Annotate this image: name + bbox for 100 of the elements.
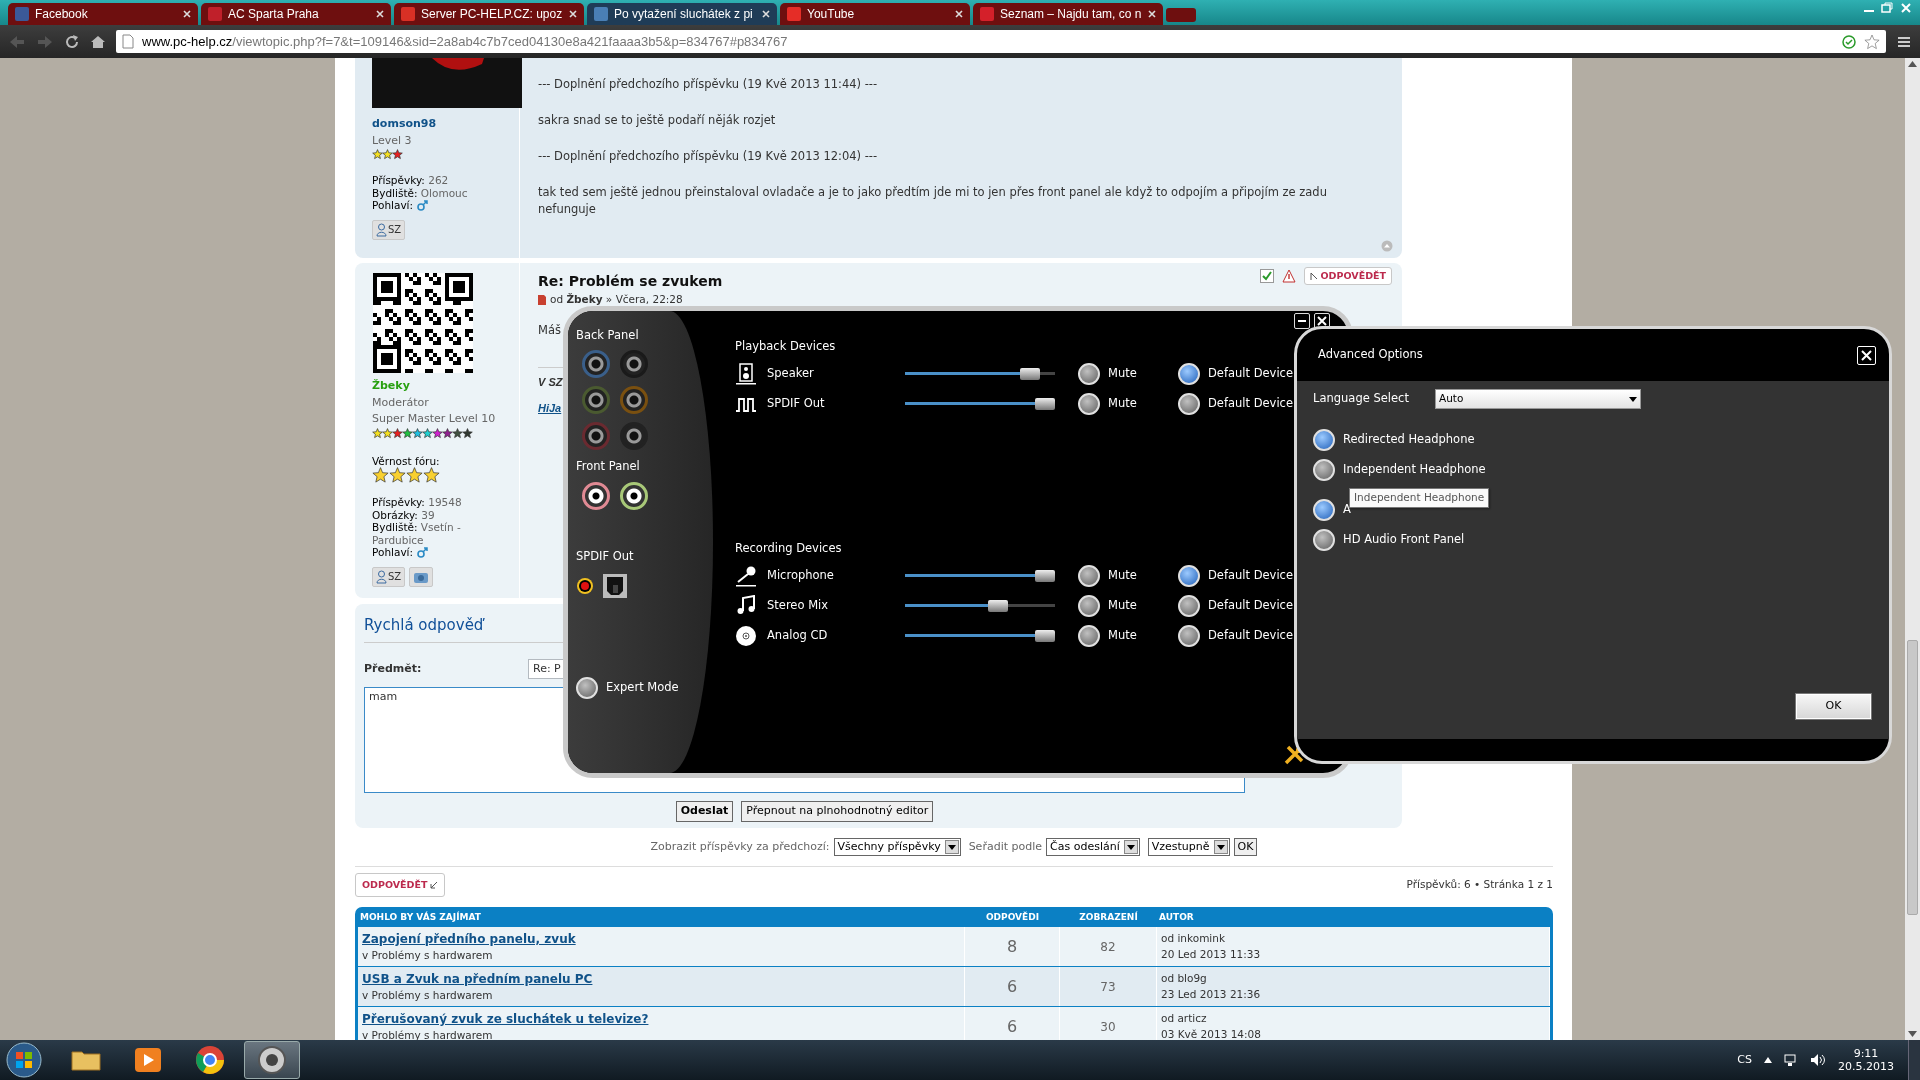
browser-tab[interactable]: AC Sparta Praha	[201, 3, 391, 25]
mute-option[interactable]: Mute	[1078, 595, 1137, 617]
go-button[interactable]: OK	[1233, 837, 1258, 857]
browser-tab[interactable]: Po vytažení sluchátek z pi	[587, 3, 777, 25]
volume-icon[interactable]	[1810, 1053, 1826, 1067]
reply-count: 8	[1006, 935, 1018, 958]
close-icon[interactable]	[955, 10, 963, 18]
sort-select[interactable]: Čas odeslání	[1046, 838, 1140, 856]
gallery-button[interactable]	[409, 566, 434, 587]
browser-tab[interactable]: Facebook	[8, 3, 198, 25]
warning-icon[interactable]	[1281, 269, 1296, 284]
close-icon	[1317, 316, 1327, 326]
audio-jack[interactable]	[582, 386, 610, 415]
browser-tab[interactable]: Seznam – Najdu tam, co n	[973, 3, 1163, 25]
star-icon[interactable]	[1864, 33, 1880, 50]
taskbar-button[interactable]	[244, 1041, 300, 1079]
clock-time[interactable]: 9:11	[1838, 1047, 1894, 1060]
column-header: ODPOVĚDI	[985, 911, 1040, 922]
audio-jack[interactable]	[620, 422, 648, 451]
field-label: Language Select	[1313, 390, 1410, 408]
default-device-option[interactable]: Default Device	[1178, 595, 1293, 617]
profile-stat: Bydliště: Olomouc	[372, 186, 468, 199]
user-rank: Super Master Level 10	[372, 411, 497, 427]
minimize-button[interactable]	[1294, 313, 1310, 329]
mute-option[interactable]: Mute	[1078, 363, 1137, 385]
default-device-option[interactable]: Default Device	[1178, 363, 1293, 385]
scrollbar-thumb[interactable]	[1907, 640, 1918, 915]
speaker-icon	[256, 1044, 288, 1076]
audio-jack[interactable]	[582, 481, 610, 510]
slider-thumb[interactable]	[988, 600, 1008, 612]
audio-jack[interactable]	[620, 350, 648, 379]
caret-icon	[947, 844, 956, 850]
private-message-button[interactable]: SZ	[372, 566, 406, 587]
ok-button[interactable]: OK	[1796, 694, 1871, 719]
post-title[interactable]: Re: Problém se zvukem	[538, 271, 723, 292]
check-icon[interactable]	[1259, 269, 1274, 284]
days-select[interactable]: Všechny příspěvky	[833, 838, 961, 856]
clock-date[interactable]: 20.5.2013	[1838, 1060, 1894, 1073]
close-icon[interactable]	[569, 10, 577, 18]
slider-thumb[interactable]	[1034, 398, 1055, 410]
network-icon[interactable]	[1784, 1053, 1798, 1067]
headphone-option[interactable]: HD Audio Front Panel	[1313, 525, 1465, 555]
scrollbar[interactable]	[1905, 58, 1920, 1040]
reply-count: 6	[1006, 1015, 1018, 1038]
address-bar[interactable]: www.pc-help.cz/viewtopic.php?f=7&t=109146&sid=2a8ab4c7b7ced04130e8a421faaaa3b5&p=834767#p834767	[116, 30, 1886, 53]
scroll-up-icon[interactable]	[1908, 61, 1917, 67]
coaxial-port-icon[interactable]	[576, 576, 594, 595]
close-icon[interactable]	[376, 10, 384, 18]
audio-jack[interactable]	[582, 350, 610, 379]
default-device-option[interactable]: Default Device	[1178, 565, 1293, 587]
reply-button[interactable]: ODPOVĚDĚT	[1303, 267, 1392, 286]
topic-link[interactable]: Přerušovaný zvuk ze sluchátek u televize?	[362, 1009, 649, 1028]
mute-option[interactable]: Mute	[1078, 565, 1137, 587]
profile-stat: Obrázky: 39	[372, 508, 435, 521]
close-icon[interactable]	[1148, 10, 1156, 18]
private-message-button[interactable]: SZ	[372, 219, 406, 240]
expert-mode-option[interactable]: Expert Mode	[576, 676, 679, 699]
reload-icon[interactable]	[64, 33, 80, 50]
slider-thumb[interactable]	[1019, 368, 1040, 380]
male-icon	[417, 199, 429, 211]
start-button[interactable]	[6, 1042, 42, 1078]
audio-jack[interactable]	[620, 481, 648, 510]
default-device-option[interactable]: Default Device	[1178, 393, 1293, 415]
star-icon	[372, 467, 389, 484]
language-select[interactable]: Auto	[1435, 389, 1641, 409]
user-rank: Level 3	[372, 132, 413, 149]
language-indicator[interactable]: CS	[1737, 1051, 1752, 1069]
audio-jack[interactable]	[582, 422, 610, 451]
slider-thumb[interactable]	[1034, 630, 1055, 642]
profile-stat: Pohlaví:	[372, 199, 414, 212]
dialog-title: Advanced Options	[1318, 346, 1423, 364]
headphone-option[interactable]: Redirected Headphone	[1313, 425, 1475, 455]
browser-tab[interactable]: YouTube	[780, 3, 970, 25]
topic-link[interactable]: Zapojení předního panelu, zvuk	[362, 929, 576, 948]
reply-button[interactable]: ODPOVĚDĚT	[355, 873, 446, 898]
close-icon[interactable]	[183, 10, 191, 18]
order-select[interactable]: Vzestupně	[1147, 838, 1230, 856]
scroll-down-icon[interactable]	[1908, 1031, 1917, 1037]
submit-button[interactable]: Odeslat	[675, 801, 734, 822]
camera-icon	[413, 570, 430, 583]
post-text: sakra snad se to ještě podaří něják rozjet	[538, 112, 777, 129]
headphone-option[interactable]: A	[1313, 495, 1351, 525]
slider-thumb[interactable]	[1034, 570, 1055, 582]
browser-tab[interactable]: Server PC-HELP.CZ: upoz	[394, 3, 584, 25]
close-icon[interactable]	[762, 10, 770, 18]
signature-link[interactable]: HiJa	[538, 402, 562, 414]
full-editor-button[interactable]: Přepnout na plnohodnotný editor	[741, 801, 934, 822]
page-icon	[122, 34, 134, 49]
topic-link[interactable]: USB a Zvuk na předním panelu PC	[362, 969, 593, 988]
headphone-option[interactable]: Independent Headphone	[1313, 455, 1486, 485]
restore-icon[interactable]	[1880, 2, 1894, 14]
author-link[interactable]: Žbeky	[566, 293, 603, 305]
star-icon	[423, 467, 440, 484]
post-text: --- Doplnění předchozího příspěvku (19 Kvě 2013 11:44) ---	[538, 76, 879, 93]
username[interactable]: domson98	[372, 116, 511, 133]
mute-option[interactable]: Mute	[1078, 393, 1137, 415]
home-icon[interactable]	[90, 33, 106, 50]
audio-jack[interactable]	[620, 386, 648, 415]
optical-port-icon[interactable]	[602, 572, 628, 599]
up-arrow-icon[interactable]	[1764, 1057, 1772, 1063]
